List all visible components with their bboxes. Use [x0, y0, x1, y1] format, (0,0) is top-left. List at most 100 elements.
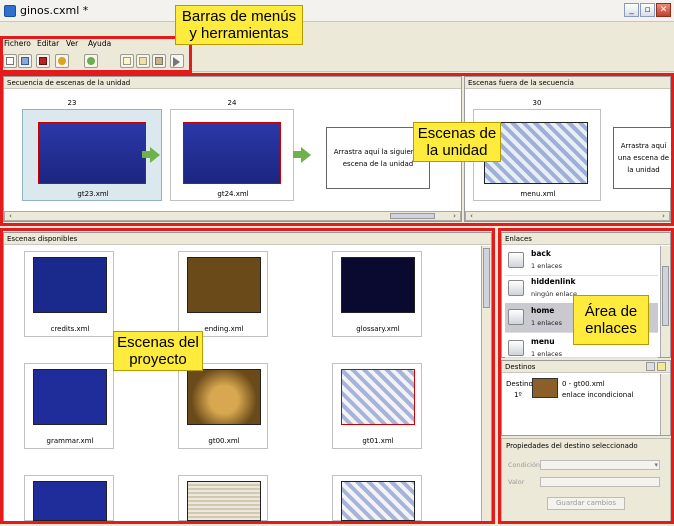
link-icon [508, 309, 524, 325]
link-name: home [531, 306, 555, 315]
annotation-links: Área de enlaces [573, 295, 649, 345]
project-scene-card[interactable]: grammar.xml [24, 363, 114, 449]
scene-thumbnail [187, 369, 261, 425]
menu-bar: Fichero Editar Ver Ayuda [0, 37, 674, 50]
project-scene-card[interactable]: gt00.xml [178, 363, 268, 449]
titlebar-spacer [0, 22, 674, 37]
outside-panel-title: Escenas fuera de la secuencia [465, 77, 670, 89]
new-file-icon [6, 57, 14, 65]
link-name: back [531, 249, 551, 258]
play-button[interactable] [170, 54, 184, 68]
link-icon [508, 252, 524, 268]
available-scrollbar[interactable] [481, 246, 491, 523]
links-scrollbar[interactable] [660, 246, 670, 357]
destination-target[interactable]: 0 - gt00.xml [562, 380, 605, 388]
outside-drop-zone[interactable]: Arrastra aquí una escena de la unidad [613, 127, 673, 189]
destination-thumbnail [532, 378, 558, 398]
scroll-thumb[interactable] [390, 213, 435, 219]
scroll-thumb[interactable] [483, 248, 490, 308]
link-count: 1 enlaces [531, 319, 563, 327]
scene-file: grammar.xml [46, 437, 94, 445]
save-button[interactable] [36, 54, 50, 68]
project-scene-card[interactable]: ending.xml [178, 251, 268, 337]
scene-thumbnail [33, 481, 107, 521]
redo-button[interactable] [84, 54, 98, 68]
undo-button[interactable] [55, 54, 69, 68]
available-panel: Escenas disponibles credits.xml ending.x… [3, 232, 492, 524]
link-count: ningún enlace [531, 290, 577, 298]
scene-number: 24 [227, 99, 237, 107]
condition-select[interactable]: ▾ [540, 460, 660, 470]
project-scene-card[interactable] [24, 475, 114, 521]
scene-file: glossary.xml [356, 325, 400, 333]
link-item-back[interactable]: back 1 enlaces [505, 246, 658, 276]
edit-scene-button[interactable] [136, 54, 150, 68]
play-icon [173, 57, 180, 67]
new-scene-button[interactable] [120, 54, 134, 68]
link-name: menu [531, 337, 555, 346]
scroll-right-icon[interactable]: › [659, 212, 668, 220]
scene-file: gt23.xml [77, 190, 109, 198]
menu-ayuda[interactable]: Ayuda [88, 39, 111, 48]
scene-thumbnail [341, 481, 415, 521]
project-scene-card[interactable]: gt01.xml [332, 363, 422, 449]
arrow-shaft [293, 151, 301, 158]
menu-fichero[interactable]: Fichero [4, 39, 31, 48]
properties-title: Propiedades del destino seleccionado [506, 442, 638, 450]
destinations-scrollbar[interactable] [660, 374, 670, 435]
close-button[interactable]: ✕ [656, 3, 671, 17]
project-scene-card[interactable]: credits.xml [24, 251, 114, 337]
scene-card-selected[interactable]: gt23.xml [22, 109, 162, 201]
toolbar [0, 50, 674, 72]
scroll-thumb[interactable] [662, 266, 669, 326]
project-scene-card[interactable] [332, 475, 422, 521]
arrow-shaft [142, 151, 150, 158]
sequence-panel-title: Secuencia de escenas de la unidad [4, 77, 461, 89]
open-button[interactable] [18, 54, 32, 68]
scene-thumbnail [187, 481, 261, 521]
save-icon [39, 57, 47, 65]
link-icon [508, 340, 524, 356]
annotation-project: Escenas del proyecto [113, 331, 203, 371]
scene-thumbnail [341, 369, 415, 425]
sequence-panel: Secuencia de escenas de la unidad 23 gt2… [3, 76, 462, 222]
destinations-toggle-icon[interactable] [646, 362, 655, 371]
outside-scrollbar[interactable]: ‹ › [465, 211, 670, 221]
scroll-left-icon[interactable]: ‹ [6, 212, 15, 220]
scene-thumbnail [341, 257, 415, 313]
minimize-button[interactable]: _ [624, 3, 639, 17]
scene-file: gt24.xml [217, 190, 249, 198]
scene-thumbnail [33, 257, 107, 313]
annotation-menus: Barras de menús y herramientas [175, 5, 303, 45]
scroll-right-icon[interactable]: › [450, 212, 459, 220]
add-destination-icon[interactable] [657, 362, 666, 371]
chevron-down-icon: ▾ [654, 461, 658, 469]
menu-ver[interactable]: Ver [66, 39, 78, 48]
sequence-scrollbar[interactable]: ‹ › [4, 211, 461, 221]
edit-icon [139, 57, 147, 65]
new-button[interactable] [3, 54, 17, 68]
page-icon [123, 57, 131, 65]
destination-label: Destino [506, 380, 533, 388]
links-panel-title: Enlaces [502, 233, 670, 245]
project-scene-card[interactable]: glossary.xml [332, 251, 422, 337]
project-scene-card[interactable] [178, 475, 268, 521]
menu-editar[interactable]: Editar [37, 39, 59, 48]
link-count: 1 enlaces [531, 262, 563, 270]
annotation-unit: Escenas de la unidad [413, 122, 501, 162]
destinations-panel: Destinos Destino 1º 0 - gt00.xml enlace … [501, 360, 671, 436]
scene-thumbnail [33, 369, 107, 425]
destination-kind: enlace incondicional [562, 391, 634, 399]
destinations-title: Destinos [502, 361, 670, 373]
destination-index: 1º [514, 391, 522, 399]
scene-thumbnail [38, 122, 146, 184]
save-changes-button[interactable]: Guardar cambios [547, 497, 625, 510]
available-panel-title: Escenas disponibles [4, 233, 491, 245]
value-field[interactable] [540, 477, 660, 487]
maximize-button[interactable]: ▫ [640, 3, 655, 17]
scroll-left-icon[interactable]: ‹ [467, 212, 476, 220]
scene-props-button[interactable] [152, 54, 166, 68]
scene-card[interactable]: gt24.xml [170, 109, 294, 201]
undo-icon [58, 57, 66, 65]
scene-file: gt00.xml [208, 437, 240, 445]
